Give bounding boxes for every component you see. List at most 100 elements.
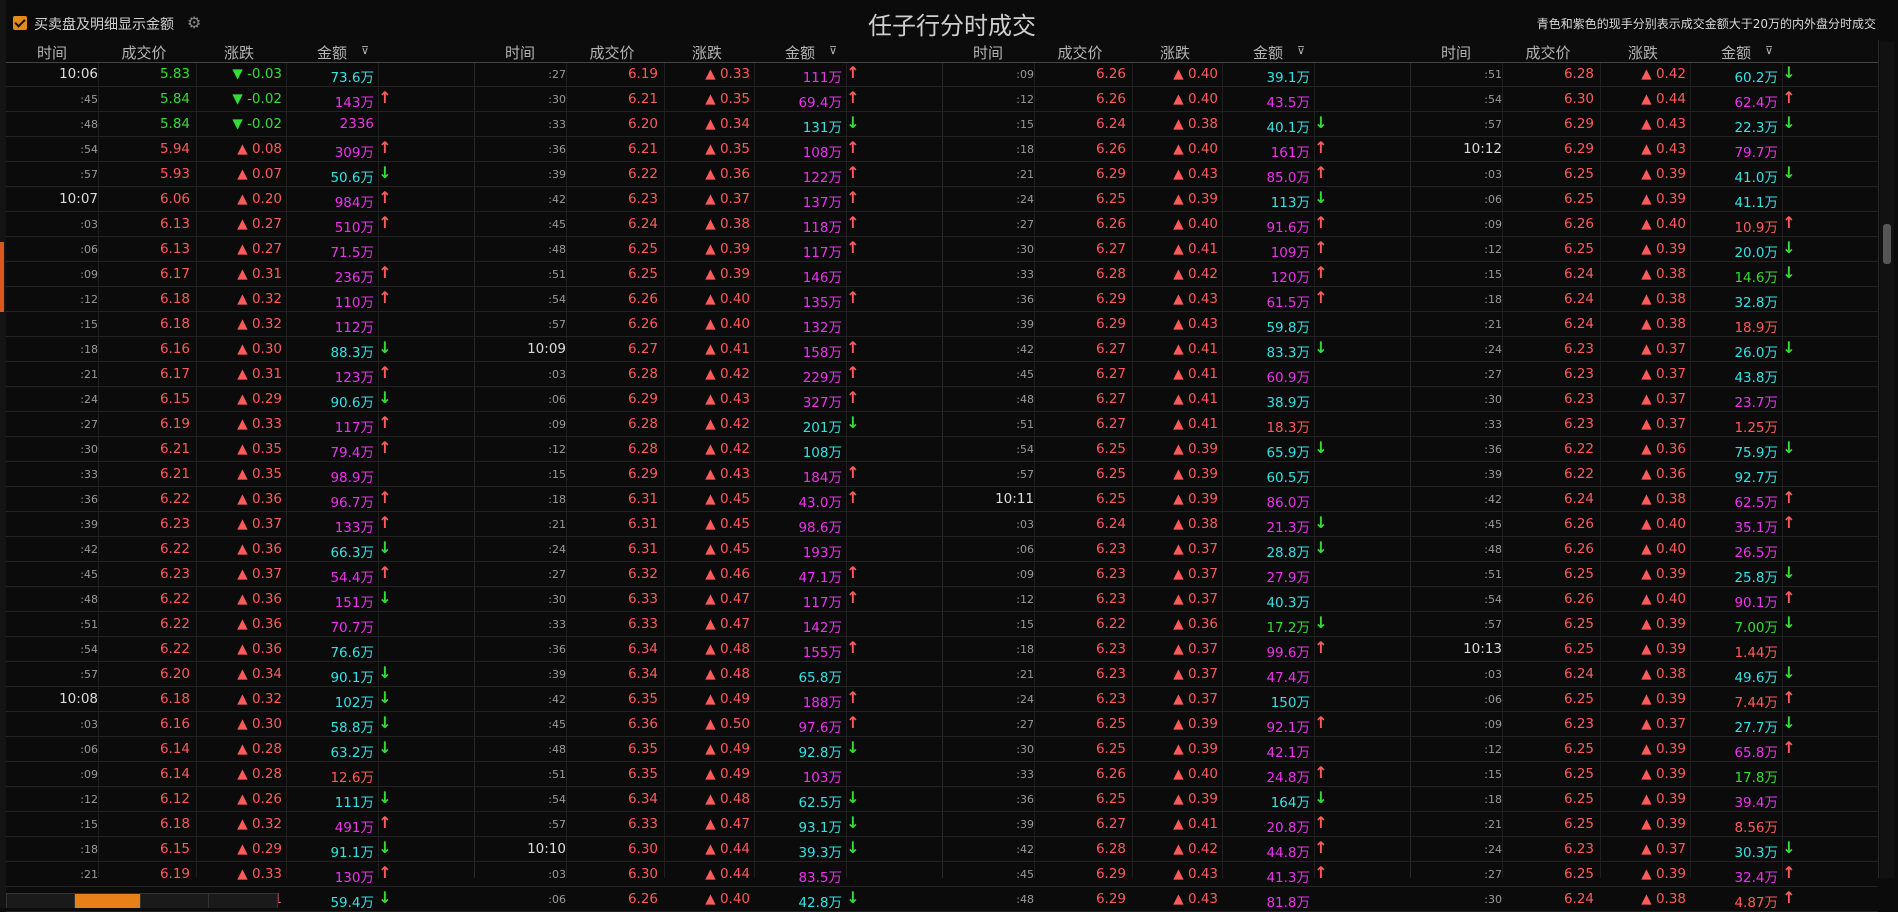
tick-row[interactable]: :48 5.84 ▼ -0.02 2336 — [6, 112, 474, 137]
tick-row[interactable]: :15 6.22 ▲ 0.36 17.2万 ↓ — [942, 612, 1410, 637]
tick-row[interactable]: :42 6.28 ▲ 0.42 44.8万 ↑ — [942, 837, 1410, 862]
tick-row[interactable]: :15 6.24 ▲ 0.38 14.6万 ↓ — [1410, 262, 1878, 287]
tick-row[interactable]: :51 6.25 ▲ 0.39 25.8万 ↓ — [1410, 562, 1878, 587]
tick-row[interactable]: :15 6.25 ▲ 0.39 17.8万 — [1410, 762, 1878, 787]
tick-row[interactable]: :30 6.24 ▲ 0.38 4.87万 ↑ — [1410, 887, 1878, 912]
tick-row[interactable]: :12 6.25 ▲ 0.39 65.8万 ↑ — [1410, 737, 1878, 762]
tick-row[interactable]: :48 6.27 ▲ 0.41 38.9万 — [942, 387, 1410, 412]
tick-row[interactable]: :30 6.33 ▲ 0.47 117万 ↑ — [474, 587, 942, 612]
tick-row[interactable]: :21 6.29 ▲ 0.43 85.0万 ↑ — [942, 162, 1410, 187]
tick-row[interactable]: :30 6.21 ▲ 0.35 69.4万 ↑ — [474, 87, 942, 112]
tick-row[interactable]: :24 6.15 ▲ 0.29 90.6万 ↓ — [6, 387, 474, 412]
tick-row[interactable]: :45 6.29 ▲ 0.43 41.3万 ↑ — [942, 862, 1410, 887]
tick-row[interactable]: :06 6.25 ▲ 0.39 7.44万 ↑ — [1410, 687, 1878, 712]
tick-row[interactable]: :06 6.26 ▲ 0.40 42.8万 ↓ — [474, 887, 942, 912]
tick-row[interactable]: :03 6.13 ▲ 0.27 510万 ↑ — [6, 212, 474, 237]
tick-row[interactable]: :24 6.31 ▲ 0.45 193万 — [474, 537, 942, 562]
tick-row[interactable]: :27 6.23 ▲ 0.37 43.8万 — [1410, 362, 1878, 387]
tick-row[interactable]: :09 6.23 ▲ 0.37 27.9万 — [942, 562, 1410, 587]
tick-row[interactable]: 10:11 6.25 ▲ 0.39 86.0万 — [942, 487, 1410, 512]
tick-row[interactable]: :18 6.25 ▲ 0.39 39.4万 — [1410, 787, 1878, 812]
filter-icon[interactable]: ⊽ — [358, 44, 372, 57]
tick-row[interactable]: :36 6.22 ▲ 0.36 75.9万 ↓ — [1410, 437, 1878, 462]
tick-row[interactable]: :45 6.23 ▲ 0.37 54.4万 ↑ — [6, 562, 474, 587]
tick-row[interactable]: :57 6.20 ▲ 0.34 90.1万 ↓ — [6, 662, 474, 687]
tick-row[interactable]: :51 6.25 ▲ 0.39 146万 — [474, 262, 942, 287]
tick-row[interactable]: :03 6.30 ▲ 0.44 83.5万 — [474, 862, 942, 887]
filter-icon[interactable]: ⊽ — [1294, 44, 1308, 57]
tick-row[interactable]: :48 6.22 ▲ 0.36 151万 ↓ — [6, 587, 474, 612]
tick-row[interactable]: :57 6.26 ▲ 0.40 132万 — [474, 312, 942, 337]
filter-icon[interactable]: ⊽ — [1762, 44, 1776, 57]
tick-row[interactable]: :57 6.25 ▲ 0.39 60.5万 — [942, 462, 1410, 487]
tick-row[interactable]: :54 5.94 ▲ 0.08 309万 ↑ — [6, 137, 474, 162]
tick-row[interactable]: :09 6.23 ▲ 0.37 27.7万 ↓ — [1410, 712, 1878, 737]
tick-row[interactable]: :57 6.33 ▲ 0.47 93.1万 ↓ — [474, 812, 942, 837]
tick-row[interactable]: 10:13 6.25 ▲ 0.39 1.44万 — [1410, 637, 1878, 662]
tick-row[interactable]: :33 6.28 ▲ 0.42 120万 ↑ — [942, 262, 1410, 287]
tick-row[interactable]: :42 6.23 ▲ 0.37 137万 ↑ — [474, 187, 942, 212]
vertical-scrollbar[interactable] — [1880, 42, 1894, 878]
tick-row[interactable]: :18 6.31 ▲ 0.45 43.0万 ↑ — [474, 487, 942, 512]
tick-row[interactable]: :45 6.26 ▲ 0.40 35.1万 ↑ — [1410, 512, 1878, 537]
tick-row[interactable]: :12 6.12 ▲ 0.26 111万 ↓ — [6, 787, 474, 812]
tick-row[interactable]: :36 6.22 ▲ 0.36 96.7万 ↑ — [6, 487, 474, 512]
tick-row[interactable]: :15 6.18 ▲ 0.32 491万 ↑ — [6, 812, 474, 837]
tick-row[interactable]: :21 6.19 ▲ 0.33 130万 ↑ — [6, 862, 474, 887]
tick-row[interactable]: :09 6.26 ▲ 0.40 10.9万 ↑ — [1410, 212, 1878, 237]
tick-row[interactable]: :21 6.23 ▲ 0.37 47.4万 — [942, 662, 1410, 687]
tab-3[interactable] — [140, 893, 210, 908]
tick-row[interactable]: :39 6.22 ▲ 0.36 92.7万 — [1410, 462, 1878, 487]
tick-row[interactable]: :42 6.22 ▲ 0.36 66.3万 ↓ — [6, 537, 474, 562]
tick-row[interactable]: 10:06 5.83 ▼ -0.03 73.6万 — [6, 62, 474, 87]
tick-row[interactable]: :09 6.14 ▲ 0.28 12.6万 — [6, 762, 474, 787]
tick-row[interactable]: :27 6.32 ▲ 0.46 47.1万 ↑ — [474, 562, 942, 587]
tick-row[interactable]: :24 6.23 ▲ 0.37 150万 — [942, 687, 1410, 712]
tick-row[interactable]: :06 6.23 ▲ 0.37 28.8万 ↓ — [942, 537, 1410, 562]
tick-row[interactable]: :36 6.34 ▲ 0.48 155万 ↑ — [474, 637, 942, 662]
tick-row[interactable]: :18 6.15 ▲ 0.29 91.1万 ↓ — [6, 837, 474, 862]
tick-row[interactable]: :33 6.23 ▲ 0.37 1.25万 — [1410, 412, 1878, 437]
tick-row[interactable]: :57 5.93 ▲ 0.07 50.6万 ↓ — [6, 162, 474, 187]
tick-row[interactable]: :21 6.31 ▲ 0.45 98.6万 — [474, 512, 942, 537]
tick-row[interactable]: :15 6.18 ▲ 0.32 112万 — [6, 312, 474, 337]
tick-row[interactable]: :09 6.26 ▲ 0.40 39.1万 — [942, 62, 1410, 87]
tab-2-active[interactable] — [74, 893, 142, 908]
tick-row[interactable]: :27 6.25 ▲ 0.39 92.1万 ↑ — [942, 712, 1410, 737]
tick-row[interactable]: :27 6.19 ▲ 0.33 117万 ↑ — [6, 412, 474, 437]
tick-row[interactable]: :12 6.28 ▲ 0.42 108万 — [474, 437, 942, 462]
tick-row[interactable]: :51 6.22 ▲ 0.36 70.7万 — [6, 612, 474, 637]
tick-row[interactable]: :48 6.35 ▲ 0.49 92.8万 ↓ — [474, 737, 942, 762]
tick-row[interactable]: :54 6.25 ▲ 0.39 65.9万 ↓ — [942, 437, 1410, 462]
scrollbar-thumb[interactable] — [1883, 224, 1891, 264]
tick-row[interactable]: :24 6.23 ▲ 0.37 30.3万 ↓ — [1410, 837, 1878, 862]
tick-row[interactable]: :09 6.28 ▲ 0.42 201万 ↓ — [474, 412, 942, 437]
tick-row[interactable]: :03 6.25 ▲ 0.39 41.0万 ↓ — [1410, 162, 1878, 187]
tick-row[interactable]: :51 6.28 ▲ 0.42 60.2万 ↓ — [1410, 62, 1878, 87]
tick-row[interactable]: :57 6.29 ▲ 0.43 22.3万 ↓ — [1410, 112, 1878, 137]
tick-row[interactable]: :24 6.23 ▲ 0.37 26.0万 ↓ — [1410, 337, 1878, 362]
tick-row[interactable]: :12 6.26 ▲ 0.40 43.5万 — [942, 87, 1410, 112]
tick-row[interactable]: :15 6.24 ▲ 0.38 40.1万 ↓ — [942, 112, 1410, 137]
tick-row[interactable]: 10:07 6.06 ▲ 0.20 984万 ↑ — [6, 187, 474, 212]
tick-row[interactable]: :45 5.84 ▼ -0.02 143万 ↑ — [6, 87, 474, 112]
tick-row[interactable]: :27 6.25 ▲ 0.39 32.4万 ↑ — [1410, 862, 1878, 887]
tick-row[interactable]: :06 6.14 ▲ 0.28 63.2万 ↓ — [6, 737, 474, 762]
tick-row[interactable]: :18 6.24 ▲ 0.38 32.8万 — [1410, 287, 1878, 312]
tick-row[interactable]: :12 6.25 ▲ 0.39 20.0万 ↓ — [1410, 237, 1878, 262]
tick-row[interactable]: :03 6.16 ▲ 0.30 58.8万 ↓ — [6, 712, 474, 737]
tick-row[interactable]: :33 6.26 ▲ 0.40 24.8万 ↑ — [942, 762, 1410, 787]
tick-row[interactable]: :42 6.24 ▲ 0.38 62.5万 ↑ — [1410, 487, 1878, 512]
tick-row[interactable]: :24 6.25 ▲ 0.39 113万 ↓ — [942, 187, 1410, 212]
tick-row[interactable]: :03 6.24 ▲ 0.38 49.6万 ↓ — [1410, 662, 1878, 687]
tick-row[interactable]: :42 6.35 ▲ 0.49 188万 ↑ — [474, 687, 942, 712]
tick-row[interactable]: :39 6.29 ▲ 0.43 59.8万 — [942, 312, 1410, 337]
tab-4[interactable] — [208, 893, 278, 908]
tick-row[interactable]: :48 6.29 ▲ 0.43 81.8万 — [942, 887, 1410, 912]
tick-row[interactable]: :27 6.26 ▲ 0.40 91.6万 ↑ — [942, 212, 1410, 237]
tick-row[interactable]: :51 6.35 ▲ 0.49 103万 — [474, 762, 942, 787]
tick-row[interactable]: 10:10 6.30 ▲ 0.44 39.3万 ↓ — [474, 837, 942, 862]
tick-row[interactable]: :03 6.28 ▲ 0.42 229万 ↑ — [474, 362, 942, 387]
tick-row[interactable]: :39 6.23 ▲ 0.37 133万 ↑ — [6, 512, 474, 537]
tick-row[interactable]: :48 6.25 ▲ 0.39 117万 ↑ — [474, 237, 942, 262]
